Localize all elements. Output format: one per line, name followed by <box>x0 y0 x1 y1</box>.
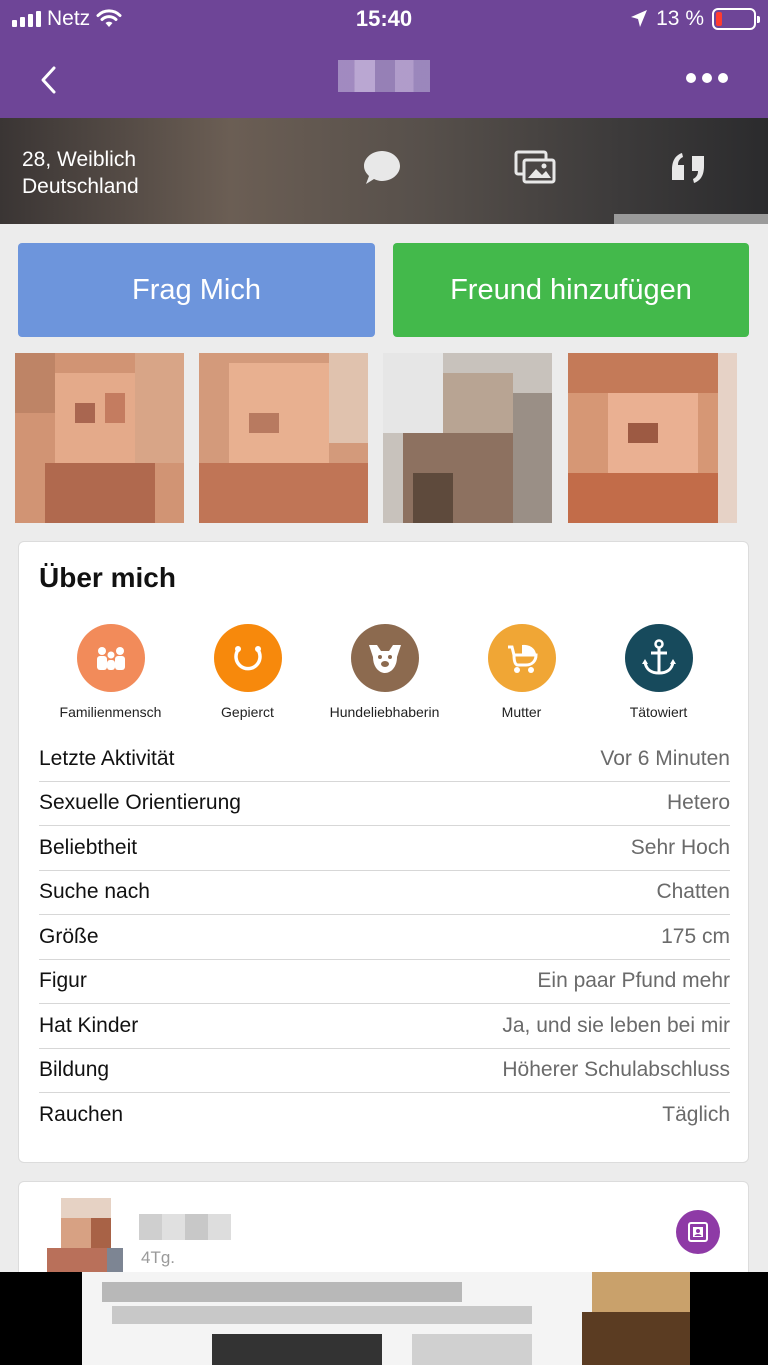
avatar <box>47 1198 123 1278</box>
author-name-blurred <box>139 1214 231 1240</box>
detail-value: 175 cm <box>661 924 730 948</box>
trait-tattooed[interactable]: Tätowiert <box>590 624 727 720</box>
about-me-card: Über mich Familienmensch Gepierct Hundel… <box>18 541 749 1163</box>
pixelated-photo <box>15 353 184 523</box>
profile-photo[interactable] <box>15 353 184 523</box>
detail-value: Sehr Hoch <box>630 835 730 859</box>
trait-label: Mutter <box>501 704 542 720</box>
pixelated-photo <box>199 353 368 523</box>
active-tab-indicator <box>614 214 768 224</box>
detail-value: Ein paar Pfund mehr <box>537 969 730 993</box>
trait-label: Gepierct <box>221 704 274 720</box>
add-friend-button[interactable]: Freund hinzufügen <box>393 243 749 337</box>
detail-key: Beliebtheit <box>39 835 138 859</box>
detail-value: Chatten <box>656 880 730 904</box>
trait-label: Familienmensch <box>59 704 162 720</box>
profile-photo[interactable] <box>383 353 552 523</box>
profile-details: Letzte Aktivität Vor 6 Minuten Sexuelle O… <box>39 737 730 1138</box>
detail-row: Hat Kinder Ja, und sie leben bei mir <box>39 1004 730 1049</box>
stroller-icon <box>487 624 556 692</box>
gallery-tab[interactable] <box>514 148 558 188</box>
detail-row: Bildung Höherer Schulabschluss <box>39 1049 730 1093</box>
chat-bubble-icon <box>364 151 400 184</box>
gallery-icon <box>514 150 556 184</box>
time-ago: 4Tg. <box>141 1248 176 1267</box>
detail-key: Größe <box>39 924 99 948</box>
anchor-icon <box>624 624 693 692</box>
detail-value: Täglich <box>662 1103 730 1127</box>
detail-value: Ja, und sie leben bei mir <box>502 1013 730 1037</box>
status-bar: Netz 15:40 13 % <box>0 0 768 40</box>
trait-pierced[interactable]: Gepierct <box>179 624 316 720</box>
profile-info: 28, Weiblich Deutschland <box>22 146 139 200</box>
detail-key: Letzte Aktivität <box>39 746 175 770</box>
detail-row: Figur Ein paar Pfund mehr <box>39 960 730 1004</box>
status-right: 13 % <box>630 6 760 32</box>
nav-bar <box>0 40 768 118</box>
location-arrow-icon <box>631 10 648 27</box>
detail-key: Sexuelle Orientierung <box>39 791 241 815</box>
more-options-button[interactable] <box>686 68 728 88</box>
detail-key: Suche nach <box>39 880 150 904</box>
piercing-icon <box>213 624 282 692</box>
detail-key: Hat Kinder <box>39 1013 139 1037</box>
profile-photo[interactable] <box>199 353 368 523</box>
profile-name-blurred <box>338 60 430 92</box>
detail-value: Höherer Schulabschluss <box>502 1058 730 1082</box>
detail-row: Rauchen Täglich <box>39 1093 730 1138</box>
about-me-title: Über mich <box>39 562 176 593</box>
pixelated-photo <box>383 353 552 523</box>
profile-age-gender: 28, Weiblich <box>22 148 137 171</box>
ad-image <box>82 1272 690 1365</box>
detail-key: Rauchen <box>39 1103 124 1127</box>
detail-row: Letzte Aktivität Vor 6 Minuten <box>39 737 730 782</box>
detail-row: Beliebtheit Sehr Hoch <box>39 826 730 871</box>
album-button[interactable] <box>676 1210 720 1254</box>
trait-label: Hundeliebhaberin <box>329 704 440 720</box>
detail-row: Größe 175 cm <box>39 915 730 960</box>
quote-icon <box>672 153 704 183</box>
photo-album-icon <box>688 1222 708 1242</box>
pixelated-photo <box>568 353 737 523</box>
battery-icon <box>712 8 760 30</box>
profile-header: 28, Weiblich Deutschland <box>0 118 768 224</box>
detail-key: Figur <box>39 969 87 993</box>
trait-mother[interactable]: Mutter <box>453 624 590 720</box>
chat-tab[interactable] <box>360 148 404 188</box>
chevron-left-icon <box>41 66 56 94</box>
top-bar: Netz 15:40 13 % <box>0 0 768 118</box>
battery-percent: 13 % <box>656 7 704 30</box>
trait-label: Tätowiert <box>629 704 688 720</box>
ad-banner[interactable] <box>0 1272 768 1365</box>
quotes-tab[interactable] <box>668 148 712 188</box>
back-button[interactable] <box>28 60 68 100</box>
profile-photo[interactable] <box>568 353 737 523</box>
detail-value: Vor 6 Minuten <box>600 746 730 770</box>
trait-family[interactable]: Familienmensch <box>42 624 179 720</box>
detail-value: Hetero <box>666 791 730 815</box>
profile-country: Deutschland <box>22 175 139 198</box>
ask-me-button[interactable]: Frag Mich <box>18 243 375 337</box>
trait-dog-lover[interactable]: Hundeliebhaberin <box>316 624 453 720</box>
detail-row: Sexuelle Orientierung Hetero <box>39 782 730 826</box>
family-icon <box>76 624 145 692</box>
detail-key: Bildung <box>39 1058 110 1082</box>
dog-icon <box>350 624 419 692</box>
detail-row: Suche nach Chatten <box>39 871 730 915</box>
